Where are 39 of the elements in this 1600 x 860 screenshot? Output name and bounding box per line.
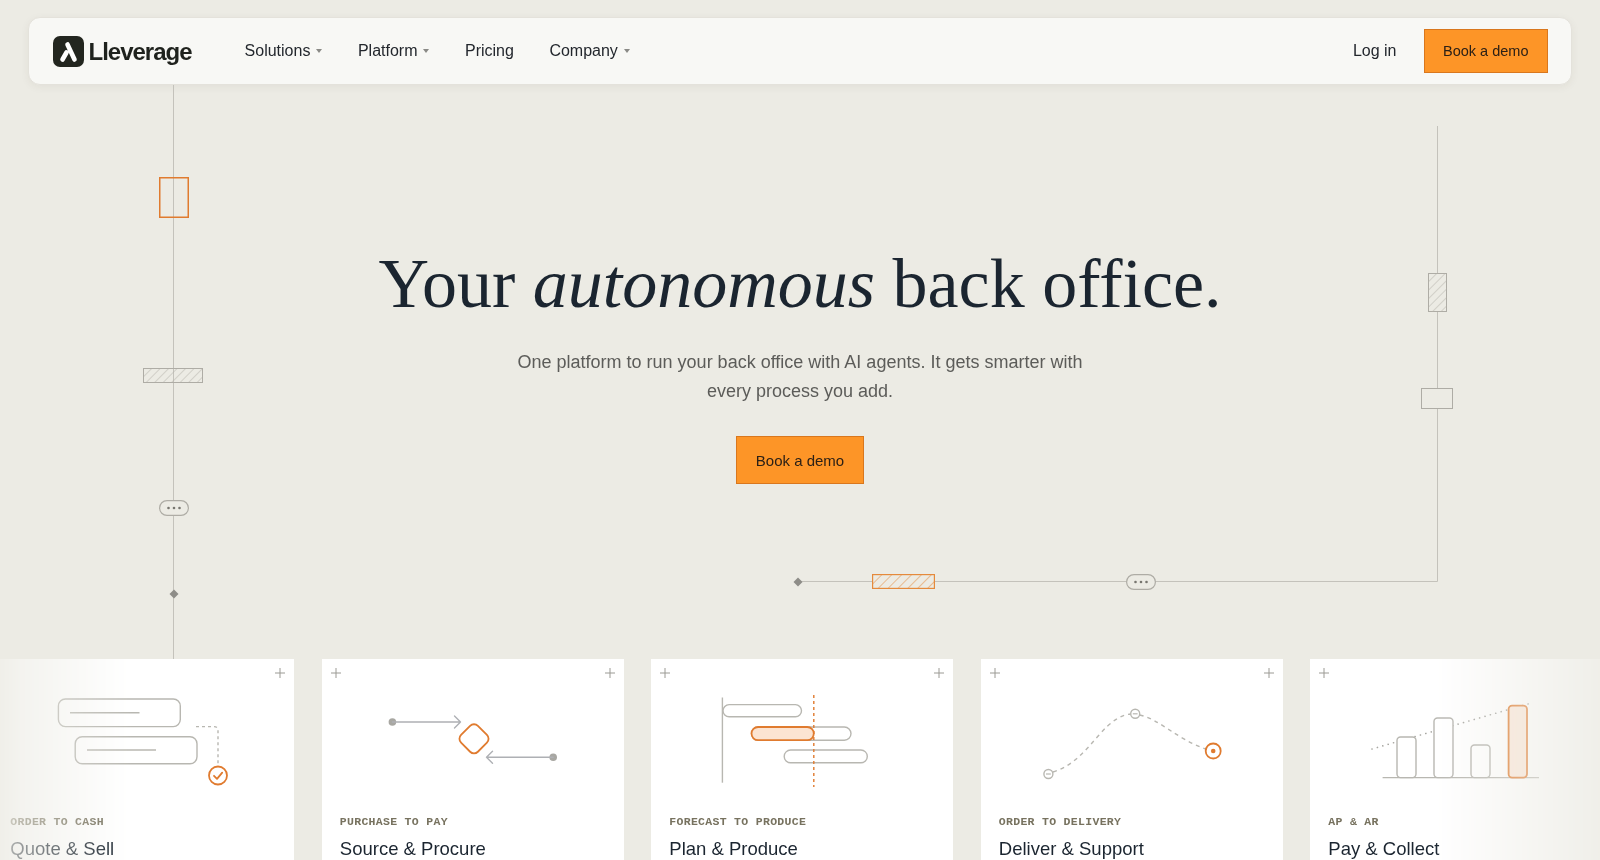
diamond-icon <box>793 576 803 587</box>
card-title: Plan & Produce <box>669 838 798 859</box>
card-title: Quote & Sell <box>10 838 115 859</box>
check-circle-icon <box>208 765 229 786</box>
category-label: ORDER TO CASH <box>10 815 104 829</box>
nav-link[interactable]: Platform <box>357 41 430 61</box>
card-title: Deliver & Support <box>998 838 1144 859</box>
category-label: PURCHASE TO PAY <box>339 815 448 829</box>
card-title: Pay & Collect <box>1328 838 1440 859</box>
diamond-icon <box>168 589 179 599</box>
hero-title: Your autonomous back office. <box>378 244 1222 324</box>
hero-subtitle: One platform to run your back office with AI agents. It gets smarter with every process you add. <box>516 351 1084 403</box>
hatched-rectangle <box>872 573 936 589</box>
card-title: Source & Procure <box>339 838 486 859</box>
hatched-rectangle <box>143 367 204 383</box>
category-label: AP & AR <box>1328 815 1379 829</box>
login-link[interactable]: Log in <box>1352 41 1397 61</box>
ellipsis-pill-icon <box>1126 573 1156 590</box>
dashed-connector <box>195 725 219 766</box>
logo-icon <box>52 35 84 67</box>
logo-link[interactable]: Lleverage <box>52 35 192 67</box>
book-demo-button[interactable]: Book a demo <box>1423 29 1548 73</box>
arrow <box>485 750 557 764</box>
waypoint-icon <box>1129 708 1141 719</box>
nav-link[interactable]: Solutions <box>244 41 323 61</box>
outline-rectangle <box>1421 388 1453 410</box>
hatched-rectangle <box>1427 272 1447 312</box>
outline-rectangle <box>158 176 189 218</box>
chart-bar <box>1470 744 1491 779</box>
target-icon <box>1204 742 1222 760</box>
book-demo-button[interactable]: Book a demo <box>735 436 865 484</box>
waypoint-icon <box>1043 768 1054 780</box>
nav-link[interactable]: Pricing <box>465 41 514 61</box>
chart-bar <box>1433 717 1454 779</box>
ellipsis-pill-icon <box>158 500 189 517</box>
chart-bar <box>1396 736 1417 779</box>
category-label: ORDER TO DELIVERY <box>998 815 1122 829</box>
nav-link[interactable]: Company <box>549 41 630 61</box>
category-label: FORECAST TO PRODUCE <box>669 815 807 829</box>
